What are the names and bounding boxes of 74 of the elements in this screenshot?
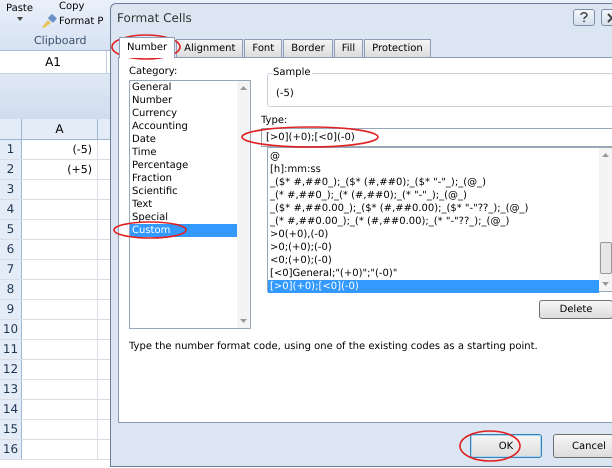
cancel-button[interactable]: Cancel bbox=[553, 434, 612, 458]
row-header[interactable]: 7 bbox=[0, 260, 22, 279]
scroll-down-icon bbox=[602, 282, 609, 286]
format-item[interactable]: [h]:mm:ss bbox=[268, 163, 599, 176]
row-header[interactable]: 13 bbox=[0, 380, 22, 399]
category-list[interactable]: General Number Currency Accounting Date Time Percentage Fraction Scientific Text Special Custom bbox=[129, 80, 251, 329]
category-item[interactable]: Time bbox=[130, 146, 237, 159]
category-item[interactable]: General bbox=[130, 81, 237, 94]
category-item[interactable]: Fraction bbox=[130, 172, 237, 185]
type-label: Type: bbox=[261, 115, 288, 126]
sample-value: (-5) bbox=[276, 88, 294, 98]
sample-label: Sample bbox=[272, 67, 312, 78]
row-header[interactable]: 3 bbox=[0, 180, 22, 199]
brush-icon bbox=[41, 14, 57, 28]
table-cell: (+5) bbox=[22, 160, 98, 179]
question-mark-icon bbox=[580, 12, 588, 23]
group-label: Clipboard bbox=[34, 34, 87, 47]
scroll-down-icon bbox=[240, 319, 247, 323]
category-item[interactable]: Scientific bbox=[130, 185, 237, 198]
format-item[interactable]: >0;(+0);(-0) bbox=[268, 241, 599, 254]
tab[interactable]: Protection bbox=[364, 39, 431, 57]
row-header[interactable]: 2 bbox=[0, 160, 22, 179]
tab[interactable]: Fill bbox=[334, 39, 364, 57]
row-header[interactable]: 10 bbox=[0, 320, 22, 339]
table-cell: (-5) bbox=[22, 140, 98, 159]
window-title: Format Cells bbox=[117, 10, 192, 24]
tab[interactable]: Font bbox=[244, 39, 282, 57]
row-header[interactable]: 16 bbox=[0, 440, 22, 459]
format-item[interactable]: _(* #,##0_);_(* (#,##0);_(* "-"_);_(@_) bbox=[268, 189, 599, 202]
row-header[interactable]: 8 bbox=[0, 280, 22, 299]
format-item[interactable]: @ bbox=[268, 150, 599, 163]
category-item[interactable]: Date bbox=[130, 133, 237, 146]
row-header[interactable]: 9 bbox=[0, 300, 22, 319]
row-header[interactable]: 4 bbox=[0, 200, 22, 219]
row-header[interactable]: 11 bbox=[0, 340, 22, 359]
ok-button[interactable]: OK bbox=[470, 434, 542, 458]
scrollbar[interactable] bbox=[599, 148, 612, 291]
help-button[interactable] bbox=[573, 9, 595, 26]
category-item[interactable]: Text bbox=[130, 198, 237, 211]
row-header[interactable]: 12 bbox=[0, 360, 22, 379]
row-header[interactable]: 6 bbox=[0, 240, 22, 259]
tab[interactable]: Border bbox=[283, 39, 333, 57]
paste-button[interactable]: Paste bbox=[6, 3, 33, 14]
tab[interactable]: Alignment bbox=[176, 39, 244, 57]
row-header[interactable]: 14 bbox=[0, 400, 22, 419]
category-item[interactable]: Number bbox=[130, 94, 237, 107]
format-list[interactable] bbox=[267, 147, 612, 292]
format-painter-button[interactable]: Format P bbox=[59, 16, 104, 26]
format-item[interactable]: _($* #,##0_);_($* (#,##0);_($* "-"_);_(@_) bbox=[268, 176, 599, 189]
name-box[interactable]: A1 bbox=[0, 51, 107, 73]
scrollbar[interactable] bbox=[237, 81, 250, 328]
scroll-up-icon bbox=[240, 86, 247, 90]
type-field[interactable]: [>0](+0);[<0](-0) bbox=[261, 128, 612, 147]
copy-button[interactable]: Copy bbox=[41, 1, 104, 12]
column-header[interactable]: A bbox=[22, 119, 98, 139]
format-item[interactable]: <0;(+0);(-0) bbox=[268, 254, 599, 267]
format-item[interactable]: [<0]General;"(+0)";"(-0)" bbox=[268, 267, 599, 280]
category-label: Category: bbox=[129, 66, 178, 77]
format-item[interactable]: _($* #,##0.00_);_($* (#,##0.00);_($* "-"??_);_(@_) bbox=[268, 202, 599, 215]
row-header[interactable]: 15 bbox=[0, 420, 22, 439]
hint-text: Type the number format code, using one of the existing codes as a starting point. bbox=[129, 341, 539, 352]
row-header[interactable]: 5 bbox=[0, 220, 22, 239]
scroll-thumb[interactable] bbox=[600, 242, 612, 274]
caret-icon bbox=[16, 17, 22, 21]
scroll-up-icon bbox=[602, 153, 609, 157]
category-item[interactable]: Percentage bbox=[130, 159, 237, 172]
category-item[interactable]: Special bbox=[130, 211, 237, 224]
row-header[interactable]: 1 bbox=[0, 140, 22, 159]
format-item[interactable]: >0(+0),(-0) bbox=[268, 228, 599, 241]
tab[interactable]: Number bbox=[119, 37, 176, 58]
category-item[interactable]: Currency bbox=[130, 107, 237, 120]
category-item[interactable]: Accounting bbox=[130, 120, 237, 133]
format-item[interactable]: _(* #,##0.00_);_(* (#,##0.00);_(* "-"??_);_(@_) bbox=[268, 215, 599, 228]
delete-button[interactable]: Delete bbox=[539, 300, 612, 319]
